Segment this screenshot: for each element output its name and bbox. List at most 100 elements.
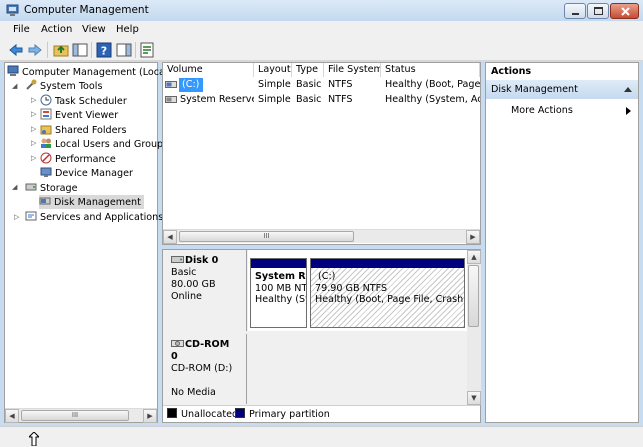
- column-header-layout[interactable]: Layout: [254, 63, 292, 77]
- disk-management-icon: [39, 197, 51, 205]
- tree-item-local-users[interactable]: Local Users and Groups: [40, 137, 168, 151]
- volume-type: Basic: [296, 79, 322, 90]
- cd-drive-icon: [171, 340, 184, 347]
- toolbar-separator: [135, 42, 136, 58]
- partition-status: Healthy (Boot, Page File, Crash Du: [315, 294, 465, 305]
- up-folder-icon[interactable]: [53, 42, 69, 58]
- tree-label: Services and Applications: [40, 212, 164, 223]
- services-icon: [25, 211, 37, 221]
- table-row[interactable]: System Reserved Simple Basic NTFS Health…: [163, 93, 480, 107]
- actions-section-disk-management[interactable]: Disk Management: [486, 80, 638, 99]
- cdrom-0-state: No Media: [171, 387, 216, 398]
- tree-label: Local Users and Groups: [55, 139, 169, 150]
- more-actions-label: More Actions: [511, 105, 573, 116]
- volume-list: Volume Layout Type File System Status (C…: [162, 62, 481, 245]
- column-header-volume[interactable]: Volume: [163, 63, 254, 77]
- scroll-left-icon[interactable]: ◀: [163, 230, 177, 244]
- tree-item-event-viewer[interactable]: Event Viewer: [40, 108, 118, 122]
- cdrom-0-label[interactable]: CD-ROM 0 CD-ROM (D:) No Media: [163, 334, 247, 404]
- navigation-tree: Computer Management (Local ◢ System Tool…: [4, 62, 168, 423]
- hard-disk-icon: [171, 256, 184, 263]
- table-row[interactable]: (C:) Simple Basic NTFS Healthy (Boot, Pa…: [163, 78, 480, 92]
- scroll-right-icon[interactable]: ▶: [466, 230, 480, 244]
- tree-item-shared-folders[interactable]: Shared Folders: [40, 123, 126, 137]
- volume-horizontal-scrollbar[interactable]: ◀ III ▶: [163, 229, 480, 244]
- expand-arrow-icon[interactable]: ▷: [31, 110, 36, 118]
- toolbar-separator: [47, 42, 48, 58]
- minimize-button[interactable]: [564, 3, 586, 19]
- help-icon[interactable]: ?: [96, 42, 112, 58]
- tools-icon: [26, 79, 37, 90]
- disk-view-vertical-scrollbar[interactable]: ▲ ▼: [467, 250, 481, 405]
- primary-partition-bar: [251, 259, 306, 268]
- clock-icon: [40, 94, 52, 106]
- disk-0-type: Basic: [171, 267, 197, 278]
- tree-item-services-applications[interactable]: Services and Applications: [25, 210, 163, 224]
- scroll-left-icon[interactable]: ◀: [5, 409, 19, 423]
- computer-management-icon: [6, 4, 19, 16]
- expand-arrow-icon[interactable]: ▷: [31, 125, 36, 133]
- volume-type: Basic: [296, 94, 322, 105]
- scroll-thumb[interactable]: III: [179, 231, 354, 242]
- users-icon: [41, 138, 51, 148]
- tree-horizontal-scrollbar[interactable]: ◀ III ▶: [5, 408, 157, 423]
- legend-unallocated: Unallocated: [167, 408, 238, 421]
- menu-help[interactable]: Help: [116, 23, 139, 36]
- close-button[interactable]: [610, 3, 639, 19]
- volume-icon: [165, 96, 177, 103]
- scroll-right-icon[interactable]: ▶: [143, 409, 157, 423]
- primary-partition-swatch: [235, 408, 245, 418]
- cdrom-0-title: CD-ROM 0: [171, 339, 230, 362]
- scroll-thumb[interactable]: [468, 265, 479, 327]
- collapse-up-icon[interactable]: [624, 87, 632, 92]
- tree-item-storage[interactable]: Storage: [25, 181, 78, 195]
- scroll-thumb[interactable]: III: [21, 410, 129, 421]
- close-icon: [621, 7, 630, 16]
- tree-item-performance[interactable]: Performance: [40, 152, 116, 166]
- tree-item-task-scheduler[interactable]: Task Scheduler: [40, 94, 127, 108]
- menu-file[interactable]: File: [13, 23, 30, 36]
- menu-action[interactable]: Action: [41, 23, 72, 36]
- scroll-up-icon[interactable]: ▲: [467, 250, 481, 264]
- forward-arrow-icon[interactable]: [27, 42, 43, 58]
- expand-arrow-icon[interactable]: ▷: [14, 213, 19, 221]
- tree-label: Disk Management: [54, 197, 141, 208]
- unallocated-swatch: [167, 408, 177, 418]
- title-bar: Computer Management: [0, 0, 643, 21]
- partition-c[interactable]: (C:) 79.90 GB NTFS Healthy (Boot, Page F…: [310, 258, 465, 328]
- disk-0-title: Disk 0: [171, 254, 238, 267]
- disk-0-label[interactable]: Disk 0 Basic 80.00 GB Online: [163, 250, 247, 331]
- expand-arrow-icon[interactable]: ▷: [31, 96, 36, 104]
- properties-icon[interactable]: [139, 42, 155, 58]
- column-header-type[interactable]: Type: [292, 63, 324, 77]
- partition-system-reserved[interactable]: System Res 100 MB NTF Healthy (Sys: [250, 258, 307, 328]
- column-header-file-system[interactable]: File System: [324, 63, 381, 77]
- actions-pane: Actions Disk Management More Actions: [485, 62, 639, 423]
- scroll-down-icon[interactable]: ▼: [467, 391, 481, 405]
- tree-item-disk-management[interactable]: Disk Management: [39, 195, 144, 209]
- volume-status: Healthy (Boot, Page Fi: [385, 79, 480, 90]
- toolbar-separator: [91, 42, 92, 58]
- shared-folder-icon: [40, 125, 52, 135]
- menu-bar: File Action View Help: [0, 21, 643, 39]
- more-actions-item[interactable]: More Actions: [511, 104, 635, 118]
- partition-name: (C:): [318, 271, 336, 282]
- show-hide-tree-icon[interactable]: [72, 42, 88, 58]
- collapse-arrow-icon[interactable]: ◢: [12, 82, 17, 90]
- expand-arrow-icon[interactable]: ▷: [31, 139, 36, 147]
- tree-item-computer-management[interactable]: Computer Management (Local: [7, 65, 168, 79]
- show-hide-action-pane-icon[interactable]: [116, 42, 132, 58]
- tree-item-system-tools[interactable]: System Tools: [25, 79, 102, 93]
- disk-0-partitions: System Res 100 MB NTF Healthy (Sys (C:) …: [248, 250, 467, 331]
- menu-view[interactable]: View: [82, 23, 106, 36]
- back-arrow-icon[interactable]: [8, 42, 24, 58]
- collapse-arrow-icon[interactable]: ◢: [12, 183, 17, 191]
- tree-item-device-manager[interactable]: Device Manager: [40, 166, 133, 180]
- column-header-status[interactable]: Status: [381, 63, 480, 77]
- volume-file-system: NTFS: [328, 79, 353, 90]
- maximize-button[interactable]: [587, 3, 609, 19]
- volume-name: System Reserved: [180, 94, 254, 105]
- expand-arrow-icon[interactable]: ▷: [31, 154, 36, 162]
- tree-label: Task Scheduler: [55, 96, 127, 107]
- disk-graphical-view: Disk 0 Basic 80.00 GB Online System Res …: [162, 249, 481, 423]
